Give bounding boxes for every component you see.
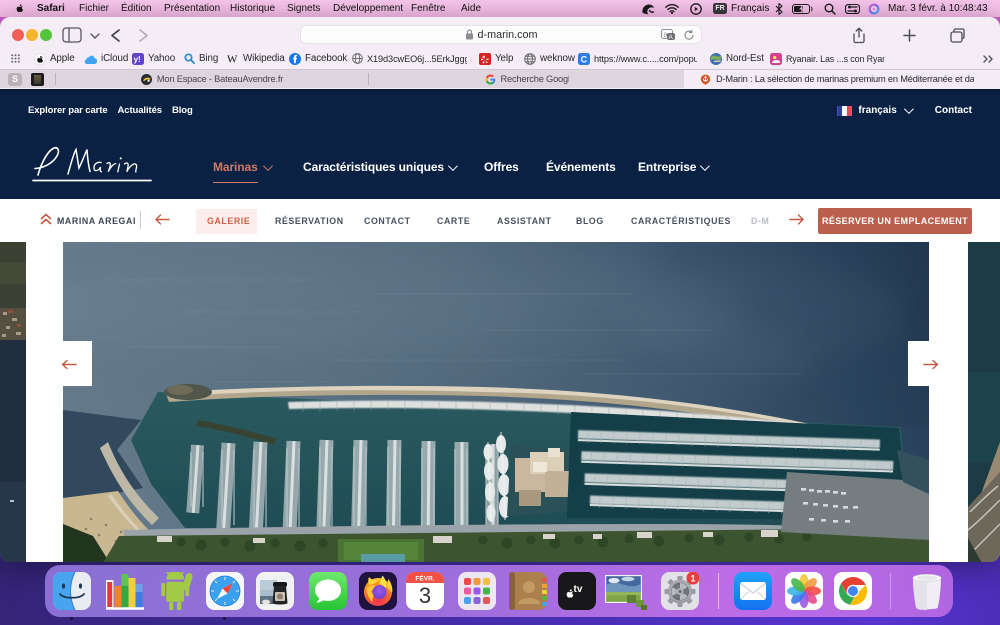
- svg-text:A: A: [669, 34, 674, 41]
- svg-text:y!: y!: [134, 55, 141, 64]
- svg-text:FÉVR.: FÉVR.: [415, 574, 434, 583]
- svg-text:a: a: [664, 32, 668, 39]
- svg-text:3: 3: [419, 583, 431, 608]
- svg-text:C: C: [581, 54, 588, 64]
- svg-text:1: 1: [690, 573, 695, 583]
- svg-text:W: W: [227, 54, 238, 65]
- svg-text:tv: tv: [574, 584, 583, 595]
